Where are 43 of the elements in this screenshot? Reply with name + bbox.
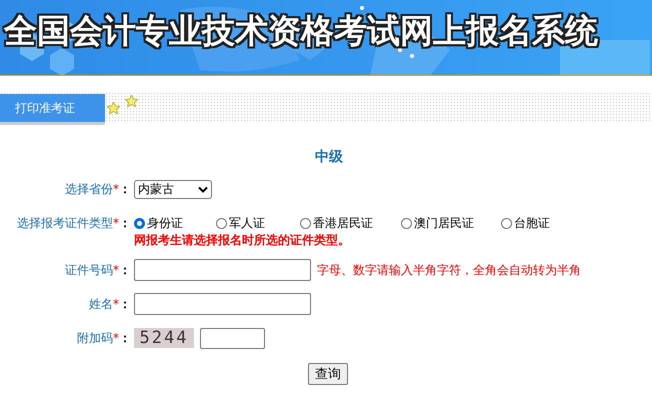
colon: ： xyxy=(119,262,131,278)
radio-button[interactable] xyxy=(501,218,512,228)
star-icon xyxy=(107,102,120,114)
colon: ： xyxy=(119,296,131,312)
site-title: 全国会计专业技术资格考试网上报名系统 xyxy=(4,12,598,52)
hint-text: 字母、数字请输入半角字符，全角会自动转为半角 xyxy=(317,262,581,278)
radio-button[interactable] xyxy=(401,218,412,228)
level-heading: 中级 xyxy=(315,148,343,166)
required-mark: * xyxy=(113,263,119,277)
id-number-field[interactable] xyxy=(134,259,311,281)
query-button[interactable]: 查询 xyxy=(308,363,348,385)
radio-label: 军人证 xyxy=(229,214,265,232)
field-label: 附加码 xyxy=(77,330,113,346)
caret-icon xyxy=(198,186,208,192)
star-icon xyxy=(125,95,138,107)
field-label: 选择省份 xyxy=(65,180,113,198)
required-mark: * xyxy=(113,182,119,196)
radio-button[interactable] xyxy=(216,218,227,228)
radio-label: 身份证 xyxy=(147,214,183,232)
field-label: 证件号码 xyxy=(65,262,113,278)
notice-text: 网报考生请选择报名时所选的证件类型。 xyxy=(134,232,350,249)
radio-option[interactable]: 香港居民证 xyxy=(300,214,401,232)
radio-option[interactable]: 军人证 xyxy=(216,214,300,232)
radio-button[interactable] xyxy=(300,218,311,228)
colon: ： xyxy=(119,330,131,346)
captcha-field[interactable] xyxy=(200,328,265,348)
radio-label: 台胞证 xyxy=(514,214,550,232)
colon: ： xyxy=(119,214,131,232)
radio-option[interactable]: 台胞证 xyxy=(501,214,550,232)
captcha-image: 5244 xyxy=(134,328,194,348)
field-label: 选择报考证件类型 xyxy=(17,214,113,232)
radio-button[interactable] xyxy=(134,218,145,228)
required-mark: * xyxy=(113,216,119,230)
radio-label: 澳门居民证 xyxy=(414,214,474,232)
required-mark: * xyxy=(113,297,119,311)
required-mark: * xyxy=(113,331,119,345)
field-label: 姓名 xyxy=(89,296,113,312)
radio-option[interactable]: 身份证 xyxy=(134,214,216,232)
radio-label: 香港居民证 xyxy=(313,214,373,232)
name-field[interactable] xyxy=(134,293,311,315)
radio-option[interactable]: 澳门居民证 xyxy=(401,214,501,232)
province-select[interactable]: 内蒙古 xyxy=(134,180,212,198)
colon: ： xyxy=(119,180,131,198)
